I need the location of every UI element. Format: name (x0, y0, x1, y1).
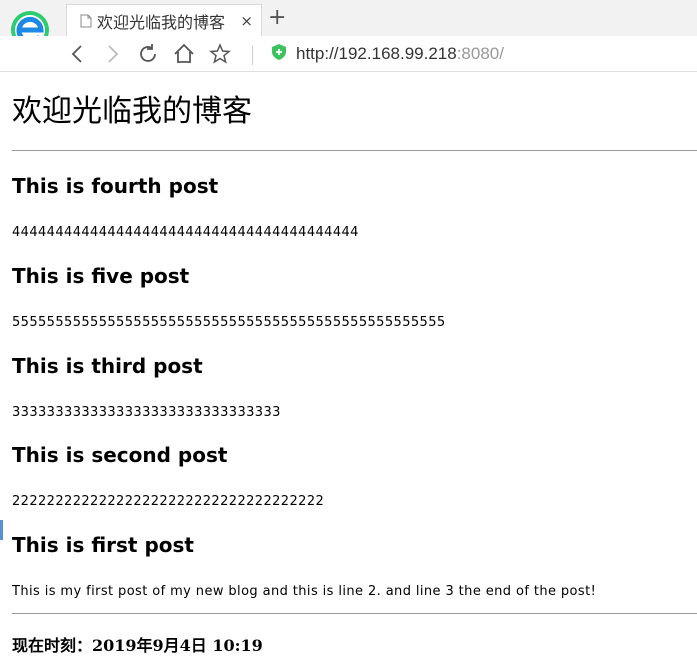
page-content: 欢迎光临我的博客 This is fourth post 44444444444… (0, 72, 697, 664)
forward-icon[interactable] (100, 42, 124, 66)
new-tab-button[interactable]: + (268, 6, 286, 30)
tab-title: 欢迎光临我的博客 (97, 12, 226, 32)
browser-chrome: 欢迎光临我的博客 × + http://192.168.99.218:8080/ (0, 0, 697, 72)
current-time: 现在时刻：2019年9月4日 10:19 (12, 636, 263, 655)
post-body: 5555555555555555555555555555555555555555… (12, 315, 446, 330)
page-title: 欢迎光临我的博客 (12, 94, 252, 129)
back-icon[interactable] (66, 42, 90, 66)
side-panel-handle[interactable] (0, 520, 3, 540)
post-body: This is my first post of my new blog and… (12, 584, 597, 599)
refresh-icon[interactable] (136, 42, 160, 66)
tab-active[interactable]: 欢迎光临我的博客 × (66, 4, 262, 36)
navigation-bar: http://192.168.99.218:8080/ (0, 36, 697, 72)
post-body: 3333333333333333333333333333333 (12, 405, 281, 420)
address-bar[interactable]: http://192.168.99.218:8080/ (296, 44, 504, 64)
address-separator (252, 45, 253, 65)
tab-bar: 欢迎光临我的博客 × + (0, 0, 697, 55)
page-icon (80, 14, 92, 27)
post-title: This is first post (12, 533, 194, 557)
bookmark-star-icon[interactable] (208, 42, 232, 66)
security-shield-icon[interactable] (272, 44, 286, 60)
url-port: :8080/ (456, 44, 504, 63)
post-body: 222222222222222222222222222222222222 (12, 494, 325, 509)
url-host: http://192.168.99.218 (296, 44, 457, 63)
footer-divider (12, 613, 697, 614)
post-title: This is five post (12, 264, 190, 288)
post-title: This is fourth post (12, 174, 219, 198)
header-divider (12, 150, 697, 151)
home-icon[interactable] (172, 42, 196, 66)
post-title: This is second post (12, 443, 228, 467)
post-body: 4444444444444444444444444444444444444444 (12, 225, 359, 240)
tab-close-icon[interactable]: × (240, 12, 253, 30)
post-title: This is third post (12, 354, 203, 378)
